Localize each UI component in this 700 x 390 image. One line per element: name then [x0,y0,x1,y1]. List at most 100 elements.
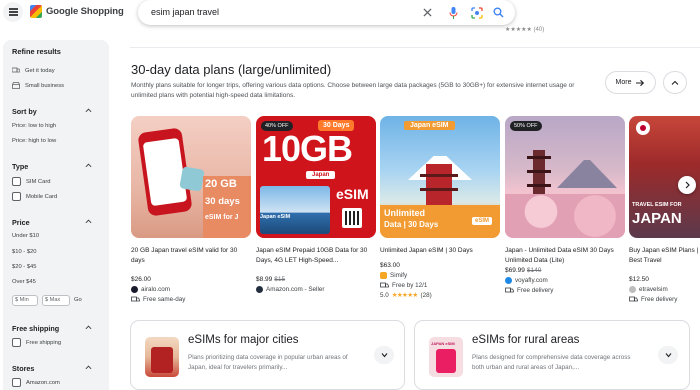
truck-icon [131,296,140,302]
min-price-input[interactable]: $ Min [12,295,38,306]
category-card-major-cities[interactable]: eSIMs for major cities Plans prioritizin… [130,320,405,390]
sort-price-low-high[interactable]: Price: low to high [12,123,56,129]
arrow-right-icon [636,79,645,86]
price-under-10[interactable]: Under $10 [12,233,39,239]
category-description: Plans designed for comprehensive data co… [472,354,631,371]
search-bar[interactable]: esim japan travel [138,0,515,25]
free-shipping-option[interactable]: Free shipping [12,338,61,347]
product-price: $69.99 $140 [505,267,542,274]
chevron-up-icon[interactable] [85,364,92,371]
category-image: JAPAN eSIM [429,337,463,377]
product-seller[interactable]: Amazon.com - Seller [256,286,324,293]
type-mobile-card[interactable]: Mobile Card [12,192,57,201]
chevron-up-icon [671,80,679,85]
search-input[interactable]: esim japan travel [151,7,219,17]
google-shopping-logo[interactable]: Google Shopping [30,5,124,18]
product-price: $63.00 [380,262,400,269]
product-price: $8.99 $15 [256,276,286,283]
chevron-down-icon [381,353,387,358]
product-title[interactable]: Japan - Unlimited Data eSIM 30 Days Unli… [505,246,625,266]
amazon-icon [256,286,263,293]
product-price: $26.00 [131,276,151,283]
clear-icon[interactable] [421,6,434,19]
product-seller[interactable]: Simify [380,272,407,279]
japan-flag-icon [636,121,650,135]
product-title[interactable]: Japan eSIM Prepaid 10GB Data for 30 Days… [256,246,376,266]
checkbox[interactable] [12,192,21,201]
product-image[interactable]: 40% OFF 30 Days 10GB Japan Japan eSIM eS… [256,116,376,238]
filter-sidebar: Refine results Get it today Small busine… [3,40,109,390]
delivery-info: Free delivery [629,296,677,303]
logo-text: Google Shopping [46,6,124,17]
discount-badge: 50% OFF [510,121,542,131]
truck-icon [505,287,514,293]
product-card[interactable]: TRAVEL ESIM FOR JAPAN Buy Japan eSIM Pla… [629,116,700,316]
max-price-input[interactable]: $ Max [42,295,70,306]
product-title[interactable]: 20 GB Japan travel eSIM valid for 30 day… [131,246,251,266]
search-icon[interactable] [492,6,505,19]
microphone-icon[interactable] [447,6,460,19]
category-title: eSIMs for major cities [188,334,299,346]
simify-icon [380,272,387,279]
checkbox[interactable] [12,338,21,347]
type-sim-card[interactable]: SIM Card [12,177,50,186]
voyafly-icon [505,277,512,284]
image-text: eSIM [472,217,493,225]
price-go-button[interactable]: Go [74,297,82,303]
delivery-info: Free by 12/1 [380,282,427,289]
image-text: 30 days [205,196,240,207]
chevron-up-icon[interactable] [85,218,92,225]
divider [130,47,700,48]
image-text: JAPAN eSIM [431,341,455,346]
product-price: $12.50 [629,276,649,283]
carousel-next-button[interactable] [678,176,696,194]
free-shipping-heading: Free shipping [12,324,60,333]
collapse-button[interactable] [663,71,687,94]
checkbox[interactable] [12,378,21,387]
truck-icon [629,296,638,302]
chevron-up-icon[interactable] [85,107,92,114]
category-description: Plans prioritizing data coverage in popu… [188,354,348,371]
chevron-down-icon [665,353,671,358]
store-icon [12,82,20,89]
sort-price-high-low[interactable]: Price: high to low [12,138,56,144]
more-button[interactable]: More [605,71,656,94]
category-title: eSIMs for rural areas [472,334,580,346]
product-seller[interactable]: etravelsim [629,286,668,293]
expand-button[interactable] [374,346,394,364]
image-text: JAPAN [632,210,682,227]
main-menu-button[interactable] [3,2,23,22]
lens-icon[interactable] [470,6,483,19]
product-seller[interactable]: voyafly.com [505,277,548,284]
product-image[interactable]: 20 GB 30 days eSIM for J [131,116,251,238]
product-title[interactable]: Unlimited Japan eSIM | 30 Days [380,246,500,256]
header: Google Shopping esim japan travel [0,0,700,30]
price-10-20[interactable]: $10 - $20 [12,249,37,255]
image-text: eSIM [336,186,369,202]
product-image[interactable]: 50% OFF [505,116,625,238]
category-image [145,337,179,377]
chevron-right-icon [685,181,690,189]
product-image[interactable]: Japan eSIM Unlimited Data | 30 Days eSIM [380,116,500,238]
section-description: Monthly plans suitable for longer trips,… [131,82,575,99]
image-text: 10GB [262,128,353,169]
store-amazon[interactable]: Amazon.com [12,378,60,387]
image-text: TRAVEL ESIM FOR [632,202,682,208]
hamburger-icon [8,11,18,13]
product-seller[interactable]: airalo.com [131,286,170,293]
price-over-45[interactable]: Over $45 [12,279,36,285]
filter-small-business[interactable]: Small business [12,82,64,89]
image-text: Japan eSIM [260,214,291,220]
delivery-info: Free delivery [505,287,553,294]
expand-button[interactable] [658,346,678,364]
product-rating[interactable]: 5.0 ★★★★★ (28) [380,292,432,299]
stores-heading: Stores [12,364,35,373]
category-card-rural-areas[interactable]: JAPAN eSIM eSIMs for rural areas Plans d… [414,320,690,390]
price-20-45[interactable]: $20 - $45 [12,264,37,270]
product-title[interactable]: Buy Japan eSIM Plans | Best Travel [629,246,700,266]
chevron-up-icon[interactable] [85,324,92,331]
checkbox[interactable] [12,177,21,186]
chevron-up-icon[interactable] [85,162,92,169]
filter-get-it-today[interactable]: Get it today [12,67,55,74]
sidebar-title: Refine results [12,47,61,56]
